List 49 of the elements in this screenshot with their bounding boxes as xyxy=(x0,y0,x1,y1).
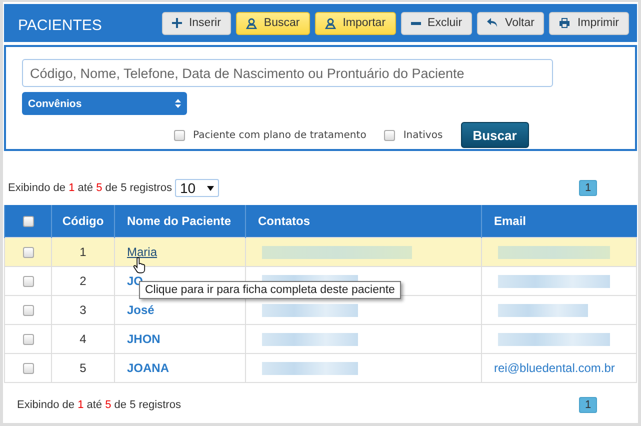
checkbox[interactable] xyxy=(384,130,396,140)
toolbar-button[interactable]: Buscar xyxy=(236,12,310,34)
patient-link[interactable]: JOANA xyxy=(127,361,170,375)
page-size-select[interactable]: 10 xyxy=(174,179,219,197)
page-button[interactable]: 1 xyxy=(579,180,597,196)
hand-cursor-icon xyxy=(133,257,146,274)
column-header: Código xyxy=(52,205,114,238)
checkbox[interactable] xyxy=(22,305,34,316)
filter-label: Paciente com plano de tratamento xyxy=(193,130,366,140)
checkbox[interactable] xyxy=(22,334,34,346)
page-title: PACIENTES xyxy=(18,16,102,34)
user-icon xyxy=(324,18,336,28)
insurance-select[interactable]: Convênios xyxy=(22,92,187,115)
sort-icon xyxy=(175,99,181,108)
toolbar-button[interactable]: Importar xyxy=(314,12,396,34)
checkbox[interactable] xyxy=(174,130,185,140)
toolbar-button[interactable]: Inserir xyxy=(162,12,231,34)
email-text: rei@bluedental.com.br xyxy=(494,361,615,375)
toolbar-button[interactable]: Voltar xyxy=(477,12,544,34)
undo-icon xyxy=(487,18,498,28)
toolbar-button[interactable]: Imprimir xyxy=(549,12,629,34)
checkbox[interactable] xyxy=(22,276,34,288)
minus-icon xyxy=(410,22,421,24)
table-cell: 1 xyxy=(52,238,114,266)
column-header: Nome do Paciente xyxy=(114,205,246,238)
patient-link[interactable]: Maria xyxy=(127,245,158,259)
plus-icon xyxy=(172,18,182,28)
dropdown-icon xyxy=(206,186,214,190)
table-cell: 3 xyxy=(52,296,114,324)
checkbox[interactable] xyxy=(22,216,34,228)
column-header: Contatos xyxy=(246,205,482,238)
patient-link[interactable]: José xyxy=(127,303,154,317)
printer-icon xyxy=(559,18,570,28)
records-info: Exibindo de 1 até 5 de 5 registros xyxy=(17,399,181,411)
search-field[interactable]: Código, Nome, Telefone, Data de Nascimento ou Prontuário do Paciente xyxy=(22,59,553,87)
patient-link[interactable]: JHON xyxy=(127,332,160,346)
page-button[interactable]: 1 xyxy=(579,397,597,413)
table-cell: 5 xyxy=(52,354,114,382)
tooltip: Clique para ir para ficha completa deste paciente xyxy=(139,281,401,299)
records-info: Exibindo de 1 até 5 de 5 registros xyxy=(8,182,172,194)
toolbar-button[interactable]: Excluir xyxy=(400,12,472,34)
user-icon xyxy=(246,18,257,28)
column-header: Email xyxy=(482,205,636,238)
table-cell: 2 xyxy=(52,266,114,296)
search-button[interactable]: Buscar xyxy=(460,122,529,148)
filter-label: Inativos xyxy=(403,130,443,140)
checkbox[interactable] xyxy=(22,247,34,258)
table-cell: 4 xyxy=(52,324,114,354)
checkbox[interactable] xyxy=(22,363,34,374)
